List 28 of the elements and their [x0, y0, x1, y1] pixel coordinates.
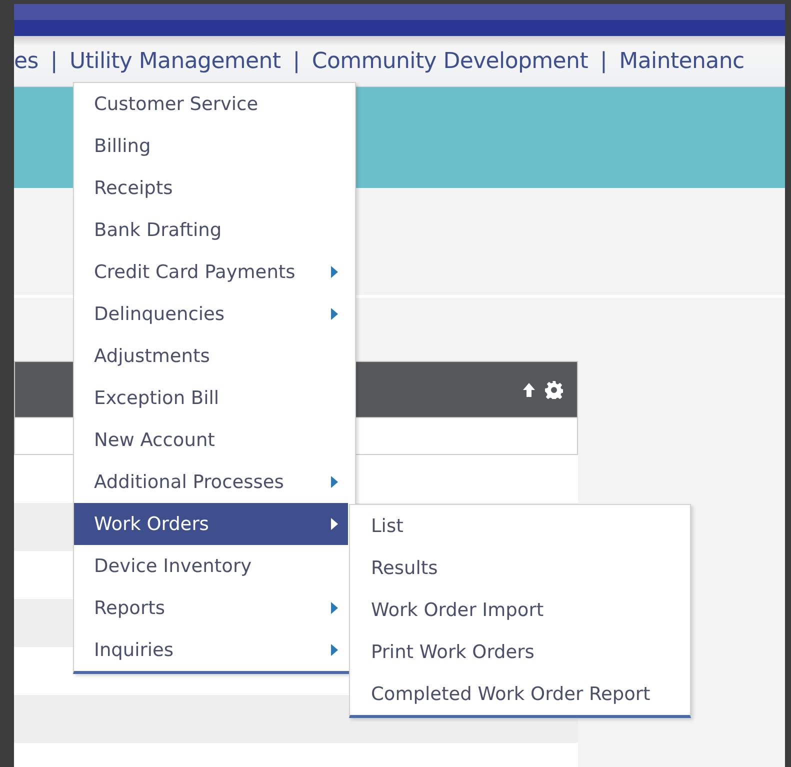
menu-item[interactable]: Work Order Import	[350, 589, 690, 631]
nav-separator: |	[600, 48, 608, 74]
nav-link[interactable]: Utility Management	[70, 48, 281, 74]
menu-item[interactable]: Adjustments	[74, 335, 348, 377]
menu-item[interactable]: New Account	[74, 419, 348, 461]
menu-item[interactable]: Credit Card Payments	[74, 251, 348, 293]
menu-item[interactable]: Receipts	[74, 167, 348, 209]
menu-item[interactable]: Device Inventory	[74, 545, 348, 587]
menu-item[interactable]: Inquiries	[74, 629, 348, 671]
menu-item[interactable]: Print Work Orders	[350, 631, 690, 673]
menu-item[interactable]: Results	[350, 547, 690, 589]
menu-item[interactable]: List	[350, 505, 690, 547]
nav-link[interactable]: es	[14, 48, 38, 74]
menu-item[interactable]: Additional Processes	[74, 461, 348, 503]
menu-item[interactable]: Work Orders	[74, 503, 348, 545]
menu-item[interactable]: Customer Service	[74, 83, 348, 125]
menu-item[interactable]: Reports	[74, 587, 348, 629]
menu-item[interactable]: Delinquencies	[74, 293, 348, 335]
menu-item[interactable]: Completed Work Order Report	[350, 673, 690, 715]
settings-icon[interactable]	[545, 380, 563, 398]
menu-item[interactable]: Exception Bill	[74, 377, 348, 419]
nav-link[interactable]: Community Development	[312, 48, 588, 74]
menu-item[interactable]: Bank Drafting	[74, 209, 348, 251]
nav-separator: |	[292, 48, 300, 74]
nav-separator: |	[50, 48, 58, 74]
menu-item[interactable]: Billing	[74, 125, 348, 167]
arrow-up-icon[interactable]	[523, 382, 535, 396]
nav-link[interactable]: Maintenanc	[619, 48, 744, 74]
